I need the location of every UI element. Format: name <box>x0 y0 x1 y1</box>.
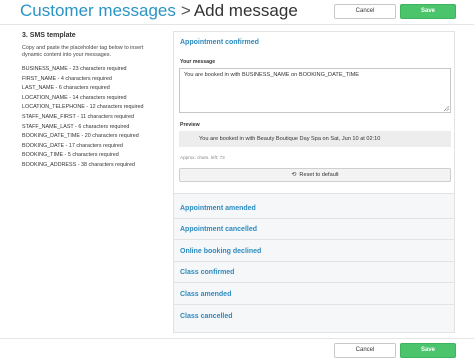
breadcrumb-current: Add message <box>193 1 298 20</box>
page-title: Customer messages > Add message <box>20 1 298 21</box>
message-label: Your message <box>180 59 216 65</box>
accordion-item-appointment-amended[interactable]: Appointment amended <box>174 198 454 219</box>
preview-box: You are booked in with Beauty Boutique D… <box>179 131 451 147</box>
reset-to-default-button[interactable]: ⟲ Reset to default <box>179 168 451 182</box>
cancel-button-bottom[interactable]: Cancel <box>334 343 396 358</box>
accordion-item-online-booking-declined[interactable]: Online booking declined <box>174 241 454 262</box>
breadcrumb-separator: > <box>180 1 191 20</box>
accordion-header-appointment-confirmed[interactable]: Appointment confirmed <box>180 39 259 46</box>
cancel-button-top[interactable]: Cancel <box>334 4 396 19</box>
accordion-header-label: Appointment cancelled <box>180 226 258 233</box>
reset-button-label: Reset to default <box>299 172 339 178</box>
preview-label: Preview <box>180 122 200 128</box>
placeholder-item: BUSINESS_NAME - 23 characters required <box>22 66 127 72</box>
accordion-item-class-cancelled[interactable]: Class cancelled <box>174 306 454 327</box>
message-textarea[interactable]: You are booked in with BUSINESS_NAME on … <box>179 68 451 113</box>
message-accordion: Appointment confirmed Your message You a… <box>173 31 455 333</box>
placeholder-item: FIRST_NAME - 4 characters required <box>22 75 112 82</box>
accordion-header-label: Appointment amended <box>180 205 256 212</box>
placeholder-item: BOOKING_TIME - 5 characters required <box>22 152 119 159</box>
resize-handle-icon[interactable] <box>444 106 449 111</box>
placeholder-item: STAFF_NAME_FIRST - 11 characters require… <box>22 113 135 120</box>
footer-divider <box>0 338 474 339</box>
accordion-item-class-amended[interactable]: Class amended <box>174 284 454 305</box>
accordion-header-label: Class amended <box>180 291 232 298</box>
approx-chars-left: Approx. chars. left: 73 <box>180 155 225 160</box>
placeholder-item: BOOKING_ADDRESS - 38 characters required <box>22 161 135 168</box>
placeholder-item: LOCATION_TELEPHONE - 12 characters requi… <box>22 104 144 111</box>
accordion-header-label: Class cancelled <box>180 313 233 320</box>
header-divider <box>0 24 474 25</box>
placeholder-list: BUSINESS_NAME - 23 characters required F… <box>22 65 162 171</box>
sms-template-info: 3. SMS template Copy and paste the place… <box>22 32 162 171</box>
message-text: You are booked in with BUSINESS_NAME on … <box>184 72 360 78</box>
accordion-header-label: Class confirmed <box>180 269 235 276</box>
placeholder-item: BOOKING_DATE_TIME - 20 characters requir… <box>22 133 139 140</box>
breadcrumb-customer-messages[interactable]: Customer messages <box>20 1 176 20</box>
accordion-item-appointment-cancelled[interactable]: Appointment cancelled <box>174 219 454 240</box>
accordion-panel-appointment-confirmed: Appointment confirmed Your message You a… <box>174 32 454 194</box>
placeholder-item: BOOKING_DATE - 17 characters required <box>22 142 123 149</box>
placeholder-item: LAST_NAME - 6 characters required <box>22 85 110 92</box>
reset-icon: ⟲ <box>291 172 297 178</box>
placeholder-item: LOCATION_NAME - 14 characters required <box>22 94 127 101</box>
accordion-item-class-confirmed[interactable]: Class confirmed <box>174 262 454 283</box>
save-button-top[interactable]: Save <box>400 4 456 19</box>
sms-template-heading: 3. SMS template <box>22 32 76 39</box>
page-header: Customer messages > Add message Cancel Sav… <box>0 0 474 22</box>
accordion-header-label: Online booking declined <box>180 248 262 255</box>
sms-template-description: Copy and paste the placeholder tag below… <box>22 45 144 58</box>
placeholder-item: STAFF_NAME_LAST - 6 characters required <box>22 123 130 130</box>
save-button-bottom[interactable]: Save <box>400 343 456 358</box>
